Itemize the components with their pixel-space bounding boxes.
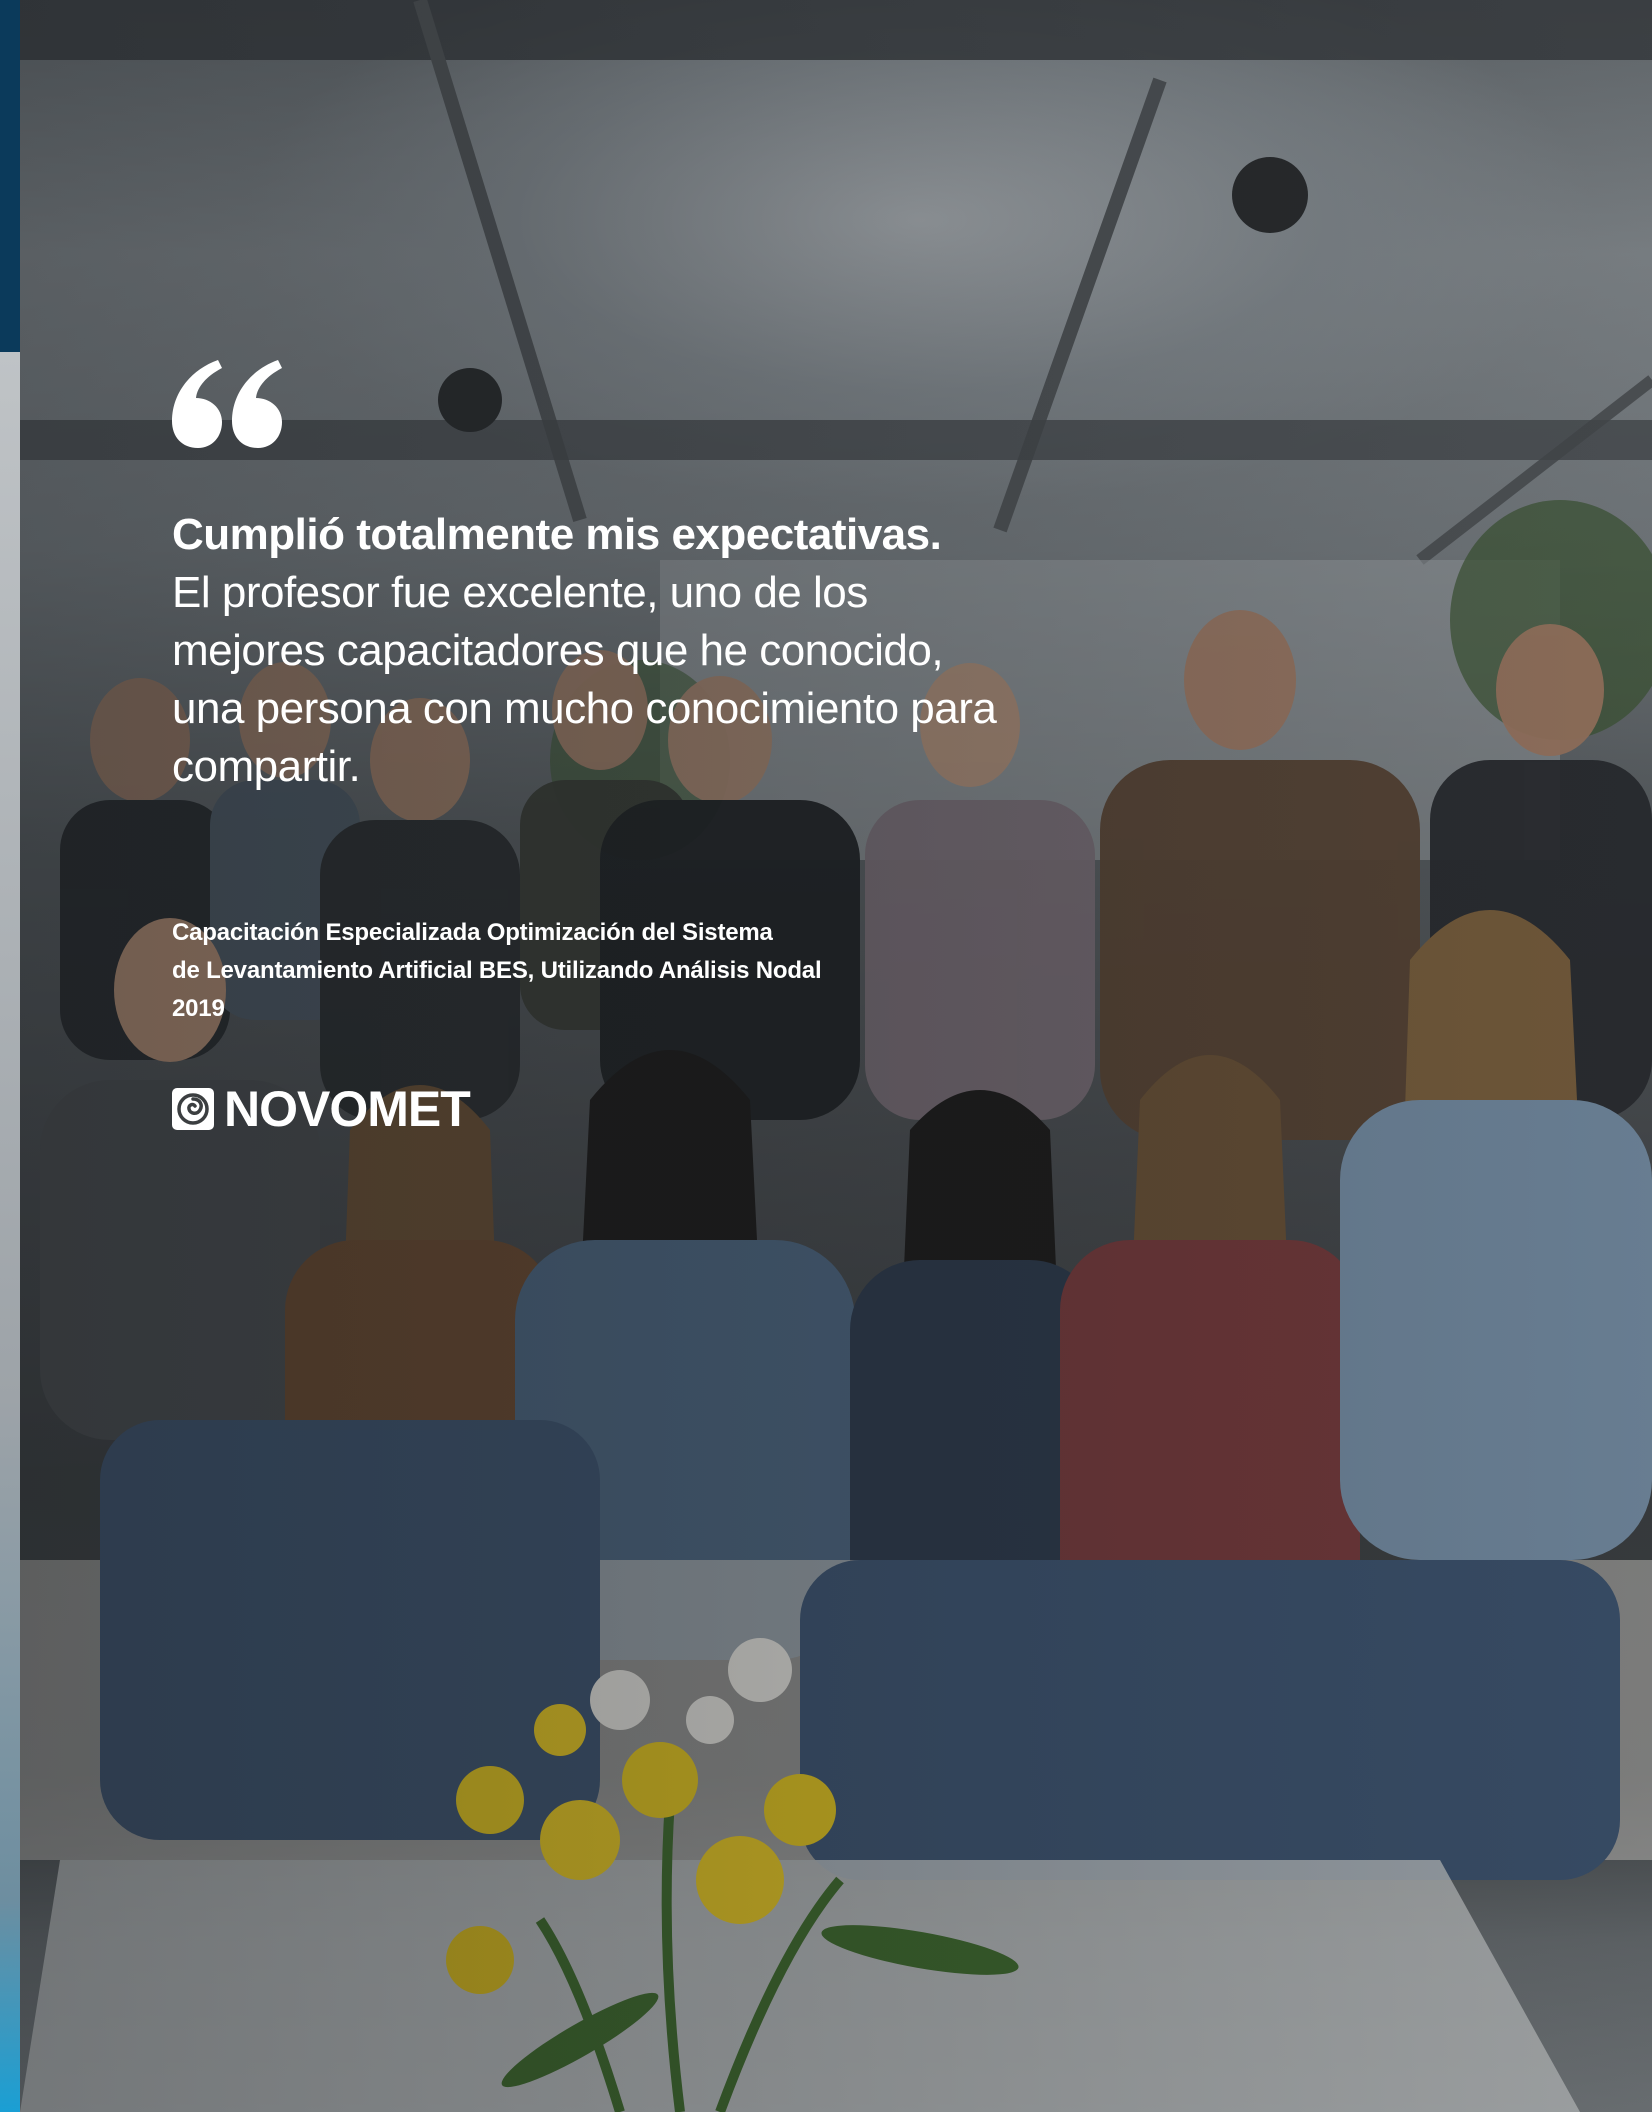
left-accent-strip: [0, 0, 20, 2112]
caption-line-1: Capacitación Especializada Optimización …: [172, 919, 773, 946]
caption-line-2: de Levantamiento Artificial BES, Utiliza…: [172, 957, 822, 984]
quote-body: El profesor fue excelente, uno de los me…: [172, 568, 997, 791]
novomet-swirl-logo-icon: [172, 1088, 214, 1130]
novomet-brand: NOVOMET: [172, 1081, 1072, 1137]
quote-headline: Cumplió totalmente mis expectativas.: [172, 510, 942, 559]
caption-year: 2019: [172, 995, 225, 1022]
course-caption: Capacitación Especializada Optimización …: [172, 914, 892, 1028]
quote-mark-icon: [172, 360, 282, 448]
brand-name: NOVOMET: [224, 1081, 471, 1137]
testimonial-block: Cumplió totalmente mis expectativas. El …: [172, 360, 1072, 1137]
testimonial-quote: Cumplió totalmente mis expectativas. El …: [172, 506, 1072, 796]
